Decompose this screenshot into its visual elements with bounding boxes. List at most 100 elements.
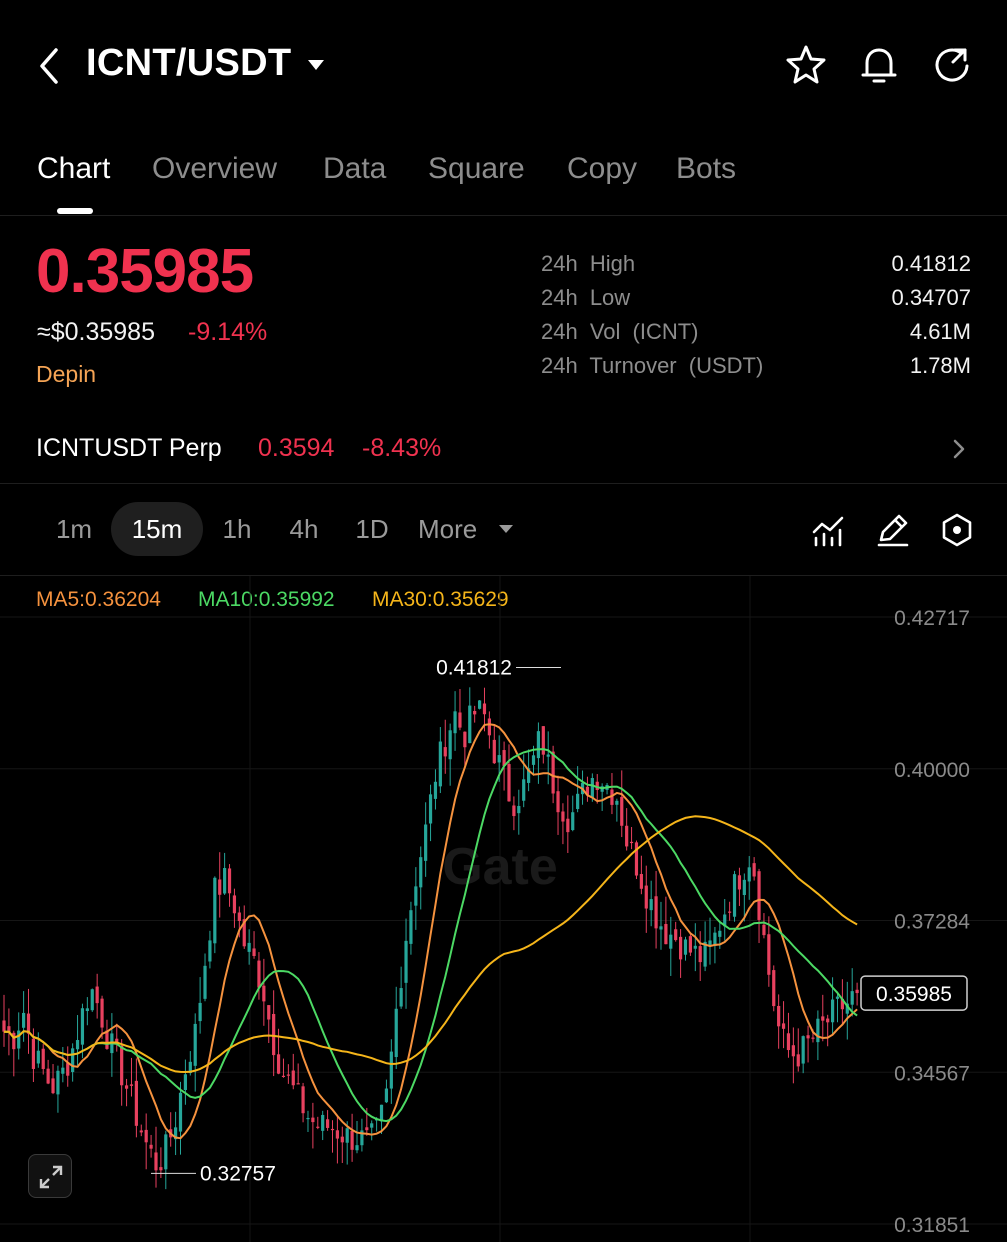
candle-up xyxy=(659,926,663,930)
candle-down xyxy=(492,739,496,764)
candle-down xyxy=(507,764,511,802)
caret-down-icon[interactable] xyxy=(498,524,514,534)
chart-canvas: Gate 0.41812 0.32757 0.35985 0.42717 0.4000… xyxy=(0,576,1007,1242)
candle-down xyxy=(757,871,761,920)
candle-down xyxy=(95,986,99,1004)
perp-link-row[interactable]: ICNTUSDT Perp 0.3594 -8.43% xyxy=(0,414,1007,484)
share-icon[interactable] xyxy=(931,42,973,86)
candle-down xyxy=(482,703,487,715)
bell-icon[interactable] xyxy=(858,42,900,86)
candle-down xyxy=(149,1144,153,1149)
candle-down xyxy=(291,1070,295,1086)
candle-down xyxy=(330,1128,335,1131)
pair-title[interactable]: ICNT/USDT xyxy=(86,42,291,85)
tab-chart[interactable]: Chart xyxy=(37,152,110,186)
chevron-right-icon xyxy=(953,439,965,459)
interval-1m[interactable]: 1m xyxy=(44,502,104,556)
candle-down xyxy=(144,1129,148,1143)
candle-down xyxy=(159,1167,163,1171)
expand-button[interactable] xyxy=(28,1154,72,1198)
interval-1d[interactable]: 1D xyxy=(344,502,400,556)
perp-change: -8.43% xyxy=(362,434,442,462)
candle-down xyxy=(786,1033,791,1051)
tab-bots[interactable]: Bots xyxy=(676,152,736,186)
interval-4h[interactable]: 4h xyxy=(276,502,332,556)
candle-down xyxy=(340,1136,344,1143)
candle-up xyxy=(379,1104,384,1122)
candle-up xyxy=(732,874,737,917)
candle-down xyxy=(267,1005,271,1020)
candle-down xyxy=(218,879,222,895)
stat-label-volume: 24h Vol (ICNT) xyxy=(541,319,699,344)
candle-down xyxy=(281,1075,286,1077)
candle-up xyxy=(223,868,227,894)
candle-down xyxy=(262,985,266,1002)
candle-up xyxy=(345,1128,349,1143)
candle-down xyxy=(134,1080,138,1126)
candle-up xyxy=(718,930,722,937)
interval-15m[interactable]: 15m xyxy=(111,502,203,556)
change-percent: -9.14% xyxy=(188,318,268,346)
tab-overview[interactable]: Overview xyxy=(152,152,277,186)
star-icon[interactable] xyxy=(785,42,827,86)
candle-down xyxy=(698,946,702,963)
candle-up xyxy=(61,1067,65,1074)
candle-down xyxy=(512,805,516,817)
y-tick-label: 0.31851 xyxy=(894,1214,970,1237)
candle-down xyxy=(276,1054,281,1074)
caret-down-icon[interactable] xyxy=(306,58,326,72)
draw-pen-icon[interactable] xyxy=(875,512,911,548)
candle-up xyxy=(409,910,413,944)
candle-up xyxy=(247,942,251,952)
candle-down xyxy=(31,1038,36,1069)
candle-up xyxy=(213,877,217,944)
candle-down xyxy=(286,1074,290,1076)
candle-up xyxy=(22,1012,26,1028)
tab-copy[interactable]: Copy xyxy=(567,152,637,186)
candle-up xyxy=(747,867,751,882)
candle-down xyxy=(458,712,462,728)
y-tick-label: 0.42717 xyxy=(894,607,970,630)
candle-up xyxy=(56,1070,60,1095)
tab-data[interactable]: Data xyxy=(323,152,386,186)
more-intervals[interactable]: More xyxy=(418,502,494,556)
candle-up xyxy=(164,1134,168,1170)
indicator-icon[interactable] xyxy=(810,512,846,548)
y-tick-label: 0.34567 xyxy=(894,1062,970,1085)
candle-up xyxy=(453,711,457,734)
candle-up xyxy=(71,1048,75,1073)
back-icon[interactable] xyxy=(34,44,66,88)
candle-down xyxy=(443,747,447,757)
candle-up xyxy=(193,1023,197,1066)
candle-up xyxy=(321,1114,325,1131)
candle-down xyxy=(855,989,859,994)
y-tick-label: 0.37284 xyxy=(894,911,970,934)
candle-up xyxy=(428,794,433,824)
candle-up xyxy=(203,965,207,999)
candle-up xyxy=(590,778,594,798)
price-chart[interactable]: MA5:0.36204 MA10:0.35992 MA30:0.35629 Ga… xyxy=(0,576,1007,1242)
category-tag[interactable]: Depin xyxy=(36,361,96,388)
candle-up xyxy=(850,991,854,1005)
candle-down xyxy=(124,1085,129,1089)
interval-1h[interactable]: 1h xyxy=(210,502,264,556)
candle-down xyxy=(139,1130,143,1133)
candle-down xyxy=(51,1078,55,1094)
candle-up xyxy=(370,1123,374,1128)
candle-down xyxy=(811,1037,815,1039)
tab-square[interactable]: Square xyxy=(428,152,525,186)
candle-up xyxy=(468,705,472,744)
settings-hex-icon[interactable] xyxy=(939,512,975,548)
candle-down xyxy=(561,811,565,822)
candle-up xyxy=(522,779,526,801)
candle-down xyxy=(350,1130,354,1150)
candle-down xyxy=(620,797,624,826)
candle-down xyxy=(654,896,658,929)
candle-down xyxy=(629,841,634,844)
candle-up xyxy=(683,939,688,955)
candle-down xyxy=(556,791,560,813)
candle-up xyxy=(355,1145,359,1151)
candle-up xyxy=(742,879,746,896)
perp-price: 0.3594 xyxy=(258,434,335,462)
candle-down xyxy=(272,1013,276,1056)
